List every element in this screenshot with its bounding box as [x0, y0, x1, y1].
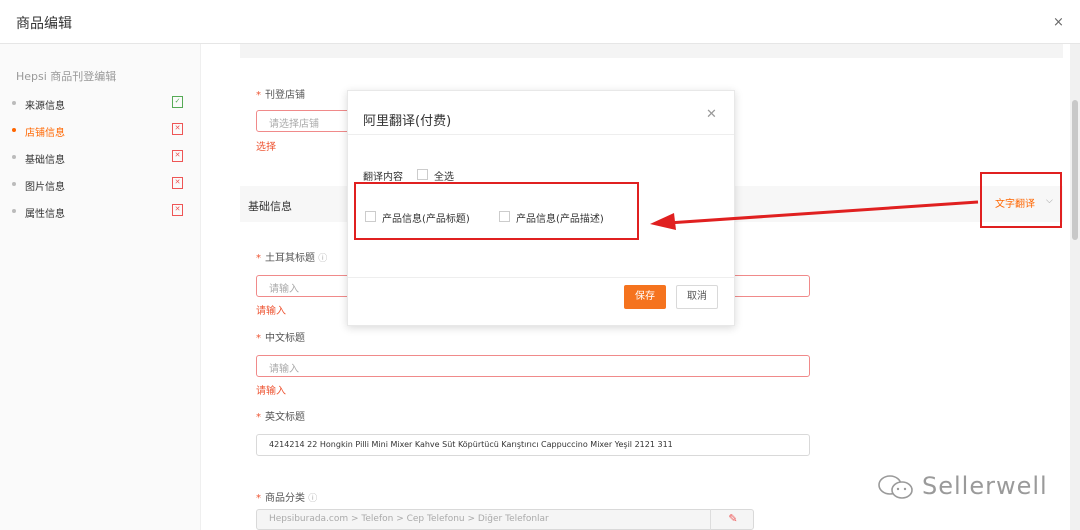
- bullet-icon: [12, 101, 16, 105]
- sidebar-title: Hepsi 商品刊登编辑: [16, 70, 117, 83]
- bullet-icon: [12, 209, 16, 213]
- turkish-title-error: 请输入: [256, 306, 286, 317]
- translate-button[interactable]: 文字翻译: [995, 195, 1035, 210]
- option-title-label: 产品信息(产品标题): [382, 214, 470, 225]
- save-button[interactable]: 保存: [624, 285, 666, 309]
- info-icon: ⓘ: [308, 494, 318, 504]
- sidebar-item-label: 来源信息: [25, 101, 65, 112]
- bullet-icon: [12, 182, 16, 186]
- wechat-icon: [878, 475, 913, 499]
- cancel-button[interactable]: 取消: [676, 285, 718, 309]
- sidebar: Hepsi 商品刊登编辑 来源信息 ✓ 店铺信息 ✕ 基础信息 ✕ 图片信息 ✕…: [0, 44, 201, 530]
- arrow-head: [650, 213, 676, 230]
- sidebar-item-source[interactable]: 来源信息 ✓: [12, 94, 190, 114]
- sidebar-item-store[interactable]: 店铺信息 ✕: [12, 121, 190, 141]
- status-error-icon: ✕: [172, 177, 183, 189]
- status-error-icon: ✕: [172, 204, 183, 216]
- dialog-header: [0, 0, 1080, 44]
- store-error: 选择: [256, 142, 276, 153]
- select-all-checkbox[interactable]: [417, 169, 428, 180]
- bullet-icon: [12, 155, 16, 159]
- status-error-icon: ✕: [172, 123, 183, 135]
- chinese-title-input[interactable]: 请输入: [256, 355, 810, 377]
- option-title-checkbox[interactable]: [365, 211, 376, 222]
- top-section-bar: [240, 44, 1063, 58]
- arrow-line: [667, 200, 979, 225]
- translate-content-label: 翻译内容: [363, 172, 403, 183]
- sidebar-item-attributes[interactable]: 属性信息 ✕: [12, 202, 190, 222]
- option-desc-label: 产品信息(产品描述): [516, 214, 604, 225]
- annotation-arrow: [650, 200, 979, 230]
- sidebar-item-label: 属性信息: [25, 209, 65, 220]
- modal-title: 阿里翻译(付费): [363, 114, 452, 129]
- scrollbar-thumb[interactable]: [1072, 100, 1078, 240]
- category-label: * 商品分类 ⓘ: [256, 493, 318, 504]
- sidebar-item-label: 基础信息: [25, 155, 65, 166]
- sidebar-item-label: 图片信息: [25, 182, 65, 193]
- sidebar-item-label: 店铺信息: [25, 128, 65, 139]
- chinese-title-error: 请输入: [256, 386, 286, 397]
- english-title-input[interactable]: 4214214 22 Hongkin Pilli Mini Mixer Kahv…: [256, 434, 810, 456]
- bullet-icon: [12, 128, 16, 132]
- modal-divider: [348, 134, 734, 135]
- option-desc-checkbox[interactable]: [499, 211, 510, 222]
- status-error-icon: ✕: [172, 150, 183, 162]
- turkish-title-label: * 土耳其标题 ⓘ: [256, 253, 328, 264]
- section-title: 基础信息: [248, 200, 292, 213]
- close-icon[interactable]: ×: [1053, 15, 1064, 30]
- info-icon: ⓘ: [318, 254, 328, 264]
- sidebar-item-basic[interactable]: 基础信息 ✕: [12, 148, 190, 168]
- close-icon[interactable]: ✕: [706, 107, 717, 122]
- dialog-title: 商品编辑: [16, 16, 72, 32]
- sidebar-item-images[interactable]: 图片信息 ✕: [12, 175, 190, 195]
- watermark-text: Sellerwell: [922, 472, 1048, 500]
- status-check-icon: ✓: [172, 96, 183, 108]
- chevron-down-icon[interactable]: ⌵: [1046, 196, 1053, 206]
- english-title-label: * 英文标题: [256, 412, 305, 423]
- modal-divider: [348, 277, 734, 278]
- edit-category-icon[interactable]: ✎: [710, 509, 755, 530]
- category-select[interactable]: Hepsiburada.com > Telefon > Cep Telefonu…: [256, 509, 754, 530]
- chinese-title-label: * 中文标题: [256, 333, 305, 344]
- select-all-label: 全选: [434, 172, 454, 183]
- store-label: * 刊登店铺: [256, 90, 305, 101]
